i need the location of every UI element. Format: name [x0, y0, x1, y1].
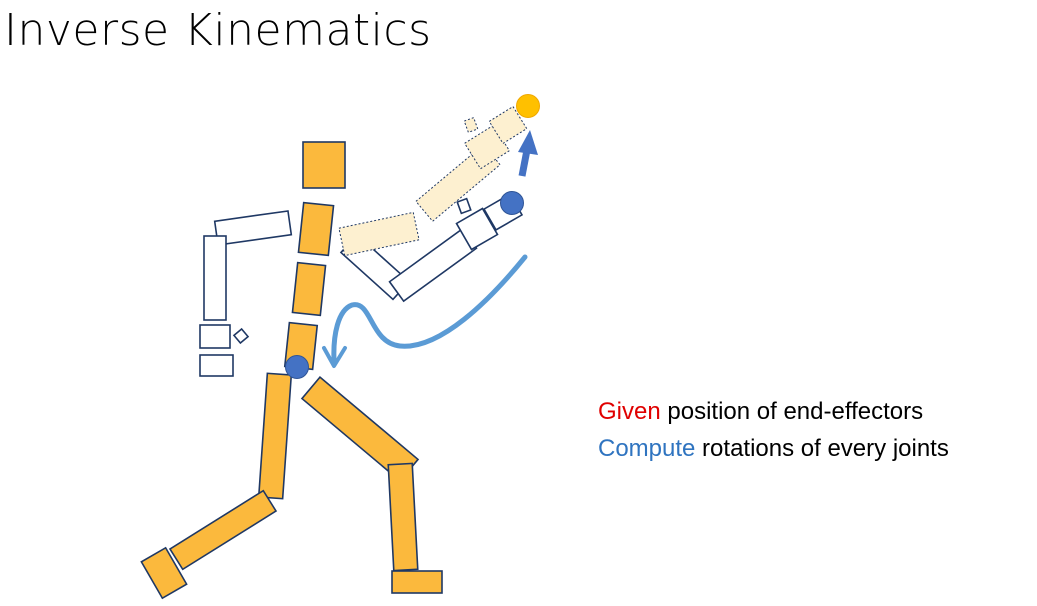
front-finger [456, 197, 472, 215]
keyword-given: Given [598, 398, 661, 425]
head [302, 141, 346, 189]
back-finger [232, 327, 250, 345]
hip-joint [285, 355, 309, 379]
caption: Given position of end-effectors Compute … [598, 393, 949, 467]
back-hand-2 [199, 354, 234, 377]
ik-figure [140, 94, 540, 600]
caption-line-2: Compute rotations of every joints [598, 430, 949, 467]
back-forearm [203, 235, 227, 321]
ghost-arm [338, 105, 528, 257]
end-effector-joint [500, 191, 524, 215]
front-shin [387, 462, 419, 572]
target-dot [516, 94, 540, 118]
caption-line-1: Given position of end-effectors [598, 393, 949, 430]
back-thigh [257, 372, 293, 500]
keyword-compute: Compute [598, 435, 696, 462]
caption-line-1-text: position of end-effectors [660, 398, 924, 425]
front-foot [391, 570, 443, 594]
ghost-finger [463, 117, 479, 133]
back-arm-outline [199, 210, 293, 377]
ghost-upper-arm [338, 211, 420, 257]
up-arrow [518, 130, 538, 177]
torso-middle [291, 261, 327, 317]
torso-upper [297, 201, 335, 257]
slide: Inverse Kinematics Given position of end… [0, 0, 1037, 606]
back-shin [168, 489, 278, 571]
caption-line-2-text: rotations of every joints [695, 435, 949, 462]
back-hand-1 [199, 324, 231, 349]
